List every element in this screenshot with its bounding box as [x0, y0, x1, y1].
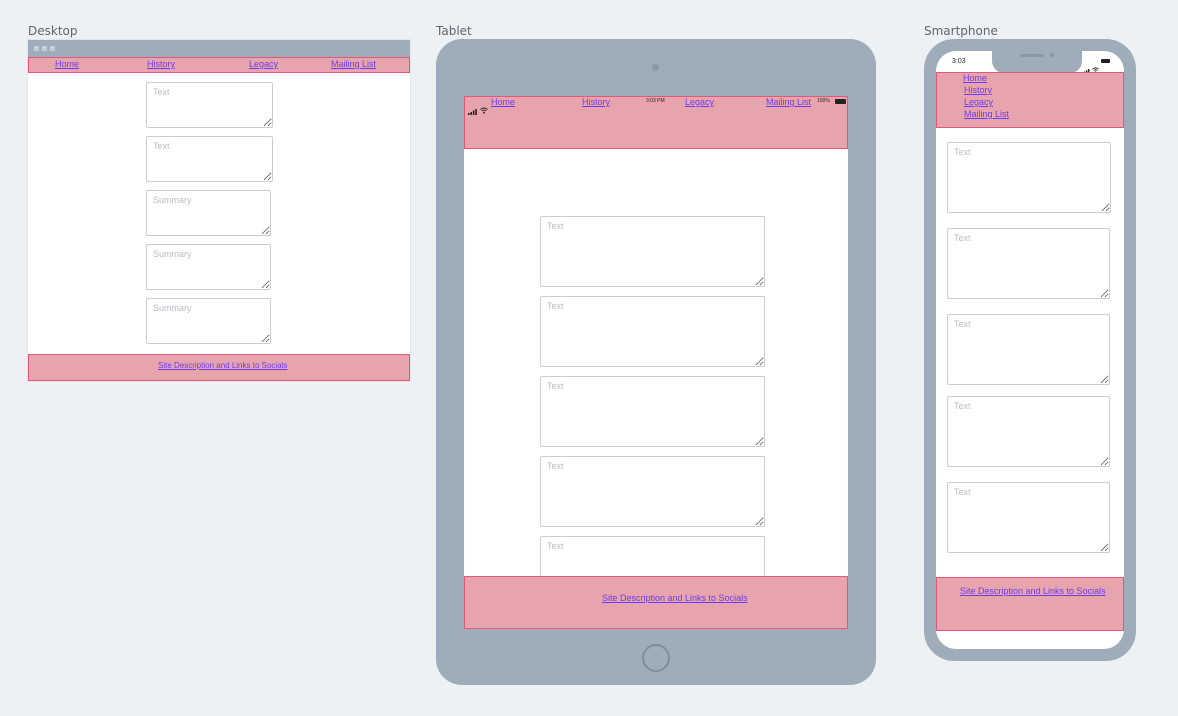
browser-titlebar	[28, 40, 410, 57]
text-area[interactable]	[947, 228, 1110, 299]
nav-link-mailing-list[interactable]: Mailing List	[331, 59, 376, 69]
signal-icon	[468, 100, 478, 115]
text-area[interactable]	[146, 136, 273, 182]
text-area[interactable]	[540, 456, 765, 527]
status-time: 3:03	[952, 58, 966, 65]
battery-icon	[1101, 59, 1110, 63]
nav-link-mailing-list[interactable]: Mailing List	[766, 97, 811, 107]
summary-area[interactable]	[146, 244, 271, 290]
desktop-artboard-label: Desktop	[28, 24, 78, 38]
nav-link-legacy[interactable]: Legacy	[685, 97, 714, 107]
tablet-screen: Home History 3:03 PM Legacy Mailing List…	[464, 96, 848, 629]
nav-link-home[interactable]: Home	[55, 59, 79, 69]
text-area[interactable]	[947, 142, 1111, 213]
tablet-footer: Site Description and Links to Socials	[464, 576, 848, 629]
smartphone-artboard-label: Smartphone	[924, 24, 998, 38]
speaker-icon	[1020, 54, 1044, 57]
home-button-icon[interactable]	[642, 644, 670, 672]
smartphone-nav-bar: Home History Legacy Mailing List	[936, 72, 1124, 128]
nav-link-history[interactable]: History	[582, 97, 610, 107]
footer-link[interactable]: Site Description and Links to Socials	[602, 593, 748, 603]
nav-link-legacy[interactable]: Legacy	[249, 59, 278, 69]
smartphone-screen: 3:03 Home History Legacy Mailing List Si…	[936, 51, 1124, 649]
desktop-footer: Site Description and Links to Socials	[28, 354, 410, 381]
text-area[interactable]	[540, 216, 765, 287]
window-control-icon[interactable]	[50, 46, 55, 51]
signal-icon	[1082, 59, 1090, 74]
window-control-icon[interactable]	[34, 46, 39, 51]
battery-percent: 100%	[817, 98, 830, 104]
nav-link-history[interactable]: History	[147, 59, 175, 69]
wifi-icon	[1092, 58, 1099, 73]
tablet-device-frame: Home History 3:03 PM Legacy Mailing List…	[436, 39, 876, 685]
tablet-nav-bar: Home History 3:03 PM Legacy Mailing List…	[464, 96, 848, 149]
desktop-browser-window: Home History Legacy Mailing List Site De…	[28, 40, 410, 381]
summary-area[interactable]	[146, 190, 271, 236]
text-area[interactable]	[540, 376, 765, 447]
nav-link-mailing-list[interactable]: Mailing List	[964, 109, 1009, 119]
status-time: 3:03 PM	[646, 98, 665, 104]
nav-link-home[interactable]: Home	[491, 97, 515, 107]
window-control-icon[interactable]	[42, 46, 47, 51]
text-area[interactable]	[146, 82, 273, 128]
smartphone-footer: Site Description and Links to Socials	[936, 577, 1124, 631]
desktop-nav-bar: Home History Legacy Mailing List	[28, 57, 410, 73]
summary-area[interactable]	[146, 298, 271, 344]
tablet-artboard-label: Tablet	[436, 24, 472, 38]
camera-icon	[652, 64, 659, 71]
text-area[interactable]	[947, 482, 1110, 553]
camera-icon	[1050, 53, 1054, 57]
smartphone-device-frame: 3:03 Home History Legacy Mailing List Si…	[924, 39, 1136, 661]
text-area[interactable]	[947, 314, 1110, 385]
nav-link-home[interactable]: Home	[963, 73, 987, 83]
wifi-icon	[480, 99, 488, 114]
nav-link-history[interactable]: History	[964, 85, 992, 95]
phone-notch	[992, 51, 1082, 73]
battery-icon	[835, 99, 846, 104]
footer-link[interactable]: Site Description and Links to Socials	[960, 586, 1106, 596]
text-area[interactable]	[947, 396, 1110, 467]
nav-link-legacy[interactable]: Legacy	[964, 97, 993, 107]
text-area[interactable]	[540, 296, 765, 367]
footer-link[interactable]: Site Description and Links to Socials	[158, 361, 287, 370]
